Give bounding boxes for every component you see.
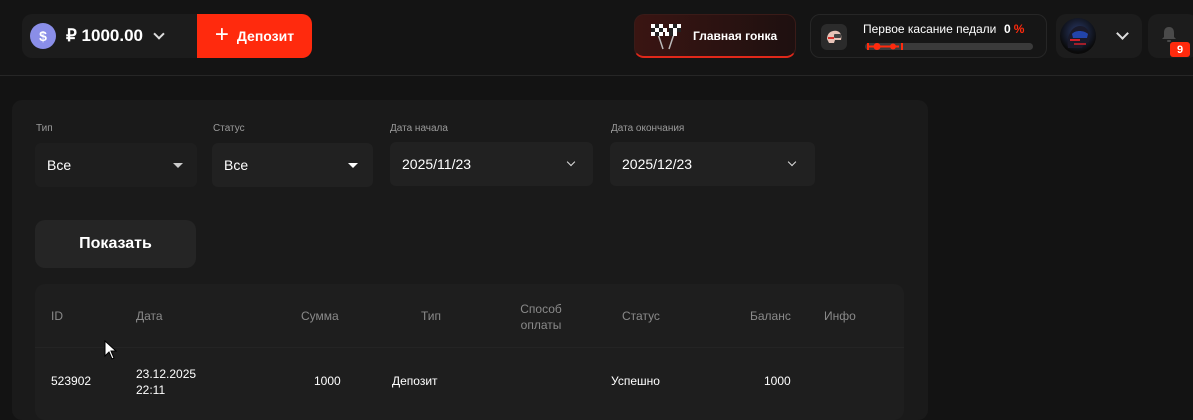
cell-date-time: 22:11 (136, 383, 166, 397)
col-header-payment-method-line2: оплаты (520, 318, 562, 332)
col-header-type[interactable]: Тип (421, 309, 441, 323)
header-divider (35, 347, 904, 348)
mouse-cursor-icon (104, 340, 118, 360)
chevron-down-icon (566, 157, 576, 167)
col-header-info[interactable]: Инфо (824, 309, 856, 323)
col-header-date[interactable]: Дата (136, 309, 163, 323)
col-header-amount[interactable]: Сумма (301, 309, 339, 323)
cell-amount: 1000 (314, 374, 341, 388)
race-label: Главная гонка (693, 28, 778, 43)
quest-title: Первое касание педали (863, 22, 997, 36)
end-date-value: 2025/12/23 (622, 156, 693, 172)
quest-progress-card[interactable]: Первое касание педали 0% (810, 14, 1047, 58)
top-bar: $ ₽ 1000.00 + Депозит Главная гонка Перв… (0, 0, 1193, 76)
main-race-button[interactable]: Главная гонка (634, 14, 796, 58)
caret-down-icon (348, 163, 358, 168)
transactions-table: ID Дата Сумма Тип Способ оплаты Статус Ба… (35, 284, 904, 420)
status-filter-select[interactable]: Все (212, 143, 373, 187)
cell-id: 523902 (51, 374, 92, 388)
col-header-balance[interactable]: Баланс (750, 309, 791, 323)
chevron-down-icon (787, 157, 797, 167)
cell-status: Успешно (611, 374, 660, 388)
quest-percent-value: 0 (1004, 22, 1011, 36)
start-date-value: 2025/11/23 (402, 156, 472, 172)
end-date-label: Дата окончания (611, 123, 685, 134)
notification-count-badge: 9 (1170, 42, 1190, 57)
quest-progress-bar (865, 43, 1033, 50)
coin-icon: $ (30, 23, 56, 49)
cell-date-day: 23.12.2025 (136, 367, 197, 381)
chevron-down-icon (1116, 27, 1129, 40)
chevron-down-icon (153, 28, 165, 40)
status-filter-value: Все (224, 157, 249, 173)
start-date-picker[interactable]: 2025/11/23 (390, 142, 593, 186)
cell-balance: 1000 (764, 374, 791, 388)
helmet-icon (821, 24, 847, 50)
end-date-picker[interactable]: 2025/12/23 (610, 142, 815, 186)
quest-percent: 0% (1004, 22, 1024, 36)
col-header-id[interactable]: ID (51, 309, 63, 323)
deposit-button[interactable]: + Депозит (197, 14, 312, 58)
quest-percent-sign: % (1013, 22, 1025, 36)
transactions-panel: Тип Все Статус Все Дата начала 2025/11/2… (12, 100, 928, 420)
type-filter-label: Тип (36, 123, 53, 134)
start-date-label: Дата начала (390, 123, 448, 134)
cell-type: Депозит (392, 374, 438, 388)
race-car-icon (867, 43, 903, 50)
avatar (1060, 18, 1096, 54)
col-header-payment-method-line1: Способ (520, 302, 562, 316)
plus-icon: + (214, 21, 229, 48)
notifications-button[interactable]: 9 (1148, 14, 1193, 58)
balance-selector[interactable]: $ ₽ 1000.00 (22, 14, 198, 58)
type-filter-value: Все (47, 157, 72, 173)
cell-date: 23.12.2025 22:11 (136, 366, 196, 398)
balance-amount: ₽ 1000.00 (66, 26, 143, 45)
col-header-payment-method[interactable]: Способ оплаты (502, 301, 580, 333)
show-button[interactable]: Показать (35, 220, 196, 268)
type-filter-select[interactable]: Все (35, 143, 197, 187)
status-filter-label: Статус (213, 123, 245, 134)
caret-down-icon (173, 163, 183, 168)
user-menu[interactable] (1056, 14, 1142, 58)
checkered-flag-icon (651, 23, 681, 49)
deposit-label: Депозит (236, 28, 295, 44)
col-header-status[interactable]: Статус (622, 309, 660, 323)
